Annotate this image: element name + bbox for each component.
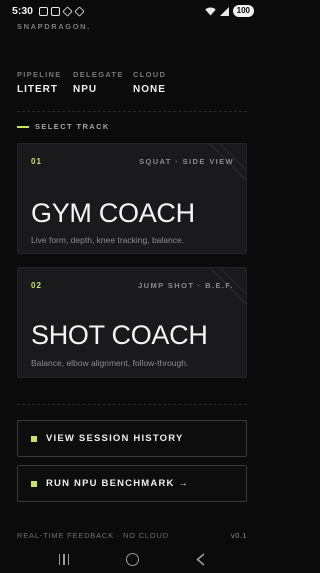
notification-icons xyxy=(39,5,85,17)
section-header: SELECT TRACK xyxy=(17,122,110,131)
status-bar: 5:30 100 xyxy=(0,0,264,22)
stat-key: DELEGATE xyxy=(73,70,124,79)
track-title: GYM COACH xyxy=(31,198,195,228)
footer-tagline: REAL-TIME FEEDBACK · NO CLOUD xyxy=(17,531,169,540)
track-card-gym-coach[interactable]: 01 SQUAT · SIDE VIEW GYM COACH Live form… xyxy=(17,143,247,254)
divider xyxy=(17,404,247,405)
app-version: v0.1 xyxy=(230,531,247,540)
square-bullet-icon xyxy=(31,480,37,487)
section-title: SELECT TRACK xyxy=(35,122,110,131)
track-description: Balance, elbow alignment, follow-through… xyxy=(31,358,189,368)
back-icon[interactable] xyxy=(196,552,205,566)
button-label: RUN NPU BENCHMARK → xyxy=(46,478,190,489)
stat-delegate: DELEGATE NPU xyxy=(73,70,133,95)
status-time: 5:30 xyxy=(12,5,34,17)
notification-icon xyxy=(74,5,85,17)
accent-bar xyxy=(17,125,29,128)
brand-name: SNAPDRAGON. xyxy=(17,22,91,31)
divider xyxy=(17,111,247,112)
home-icon[interactable] xyxy=(126,552,140,566)
notification-icon xyxy=(62,5,73,17)
footer: REAL-TIME FEEDBACK · NO CLOUD v0.1 xyxy=(17,531,247,540)
notification-icon xyxy=(39,6,49,16)
stat-value: NPU xyxy=(73,84,98,95)
track-card-shot-coach[interactable]: 02 JUMP SHOT · B.E.F. SHOT COACH Balance… xyxy=(17,267,247,378)
stat-key: CLOUD xyxy=(133,70,167,79)
track-description: Live form, depth, knee tracking, balance… xyxy=(31,235,185,245)
battery-indicator: 100 xyxy=(232,5,254,17)
notification-icon xyxy=(51,6,61,16)
run-npu-benchmark-button[interactable]: RUN NPU BENCHMARK → xyxy=(17,465,247,502)
stat-value: LITERT xyxy=(17,84,58,95)
stat-key: PIPELINE xyxy=(17,70,62,79)
stat-cloud: CLOUD NONE xyxy=(133,70,166,95)
recents-icon[interactable] xyxy=(58,553,70,565)
view-session-history-button[interactable]: VIEW SESSION HISTORY xyxy=(17,420,247,457)
button-label: VIEW SESSION HISTORY xyxy=(46,433,184,444)
track-title: SHOT COACH xyxy=(31,320,208,350)
stat-pipeline: PIPELINE LITERT xyxy=(17,70,73,95)
stat-value: NONE xyxy=(133,84,166,95)
square-bullet-icon xyxy=(31,435,37,442)
track-index: 02 xyxy=(31,281,42,290)
wifi-icon xyxy=(204,7,216,15)
track-tag: JUMP SHOT · B.E.F. xyxy=(138,281,234,290)
signal-icon xyxy=(219,6,229,16)
system-nav-bar xyxy=(0,545,264,573)
track-tag: SQUAT · SIDE VIEW xyxy=(139,157,234,166)
track-index: 01 xyxy=(31,157,42,166)
pipeline-stats: PIPELINE LITERT DELEGATE NPU CLOUD NONE xyxy=(17,70,166,95)
